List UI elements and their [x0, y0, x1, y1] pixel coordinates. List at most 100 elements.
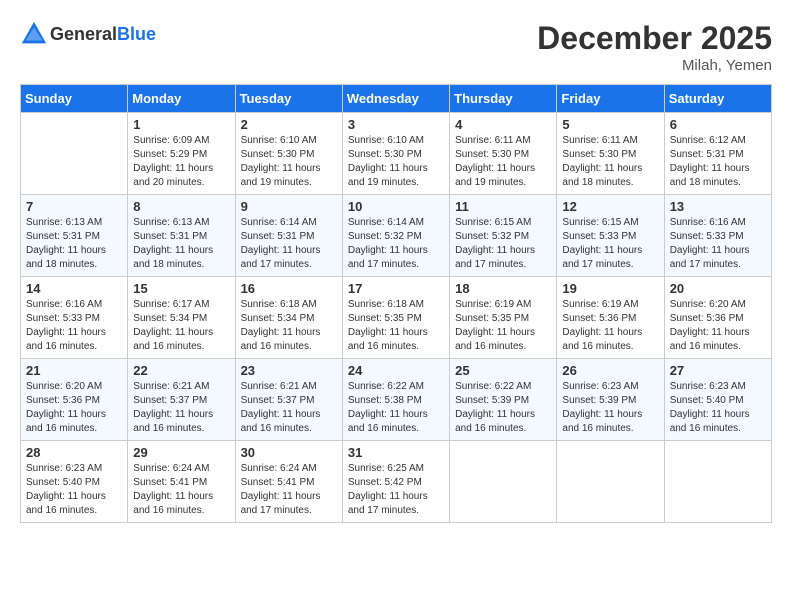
- calendar-week-row: 7 Sunrise: 6:13 AM Sunset: 5:31 PM Daylig…: [21, 195, 772, 277]
- weekday-header: Tuesday: [235, 85, 342, 113]
- location: Milah, Yemen: [537, 57, 772, 74]
- weekday-header: Sunday: [21, 85, 128, 113]
- calendar-cell: 21Sunrise: 6:20 AM Sunset: 5:36 PM Dayli…: [21, 359, 128, 441]
- calendar-cell: 8 Sunrise: 6:13 AM Sunset: 5:31 PM Daylig…: [128, 195, 235, 277]
- calendar-cell: 12 Sunrise: 6:15 AM Sunset: 5:33 PM Dayli…: [557, 195, 664, 277]
- day-number: 10: [348, 199, 444, 214]
- calendar-cell: 24 Sunrise: 6:22 AM Sunset: 5:38 PM Dayli…: [342, 359, 449, 441]
- day-number: 28: [26, 445, 122, 460]
- cell-info: Sunrise: 6:18 AM Sunset: 5:34 PM Dayligh…: [241, 298, 337, 354]
- calendar-cell: 2Sunrise: 6:10 AM Sunset: 5:30 PM Daylig…: [235, 113, 342, 195]
- day-number: 11: [455, 199, 551, 214]
- cell-info: Sunrise: 6:20 AM Sunset: 5:36 PM Dayligh…: [670, 298, 766, 354]
- page-header: GeneralBlue December 2025 Milah, Yemen: [20, 20, 772, 74]
- cell-info: Sunrise: 6:23 AM Sunset: 5:40 PM Dayligh…: [26, 462, 122, 518]
- cell-info: Sunrise: 6:14 AM Sunset: 5:32 PM Dayligh…: [348, 216, 444, 272]
- calendar-cell: 9Sunrise: 6:14 AM Sunset: 5:31 PM Daylig…: [235, 195, 342, 277]
- day-number: 31: [348, 445, 444, 460]
- cell-info: Sunrise: 6:23 AM Sunset: 5:40 PM Dayligh…: [670, 380, 766, 436]
- header-row: SundayMondayTuesdayWednesdayThursdayFrid…: [21, 85, 772, 113]
- day-number: 13: [670, 199, 766, 214]
- calendar-cell: 27 Sunrise: 6:23 AM Sunset: 5:40 PM Dayli…: [664, 359, 771, 441]
- cell-info: Sunrise: 6:15 AM Sunset: 5:33 PM Dayligh…: [562, 216, 658, 272]
- day-number: 12: [562, 199, 658, 214]
- day-number: 8: [133, 199, 229, 214]
- cell-info: Sunrise: 6:10 AM Sunset: 5:30 PM Dayligh…: [348, 134, 444, 190]
- calendar-cell: 7 Sunrise: 6:13 AM Sunset: 5:31 PM Daylig…: [21, 195, 128, 277]
- calendar-cell: 25 Sunrise: 6:22 AM Sunset: 5:39 PM Dayli…: [450, 359, 557, 441]
- title-block: December 2025 Milah, Yemen: [537, 20, 772, 74]
- day-number: 14: [26, 281, 122, 296]
- day-number: 19: [562, 281, 658, 296]
- cell-info: Sunrise: 6:22 AM Sunset: 5:38 PM Dayligh…: [348, 380, 444, 436]
- cell-info: Sunrise: 6:12 AM Sunset: 5:31 PM Dayligh…: [670, 134, 766, 190]
- cell-info: Sunrise: 6:18 AM Sunset: 5:35 PM Dayligh…: [348, 298, 444, 354]
- day-number: 15: [133, 281, 229, 296]
- calendar-cell: [557, 441, 664, 523]
- logo-text-general: General: [50, 24, 117, 44]
- cell-info: Sunrise: 6:21 AM Sunset: 5:37 PM Dayligh…: [133, 380, 229, 436]
- calendar-cell: 16Sunrise: 6:18 AM Sunset: 5:34 PM Dayli…: [235, 277, 342, 359]
- logo: GeneralBlue: [20, 20, 156, 48]
- calendar-cell: 14 Sunrise: 6:16 AM Sunset: 5:33 PM Dayli…: [21, 277, 128, 359]
- day-number: 7: [26, 199, 122, 214]
- day-number: 27: [670, 363, 766, 378]
- calendar-cell: 6 Sunrise: 6:12 AM Sunset: 5:31 PM Daylig…: [664, 113, 771, 195]
- calendar-cell: 18Sunrise: 6:19 AM Sunset: 5:35 PM Dayli…: [450, 277, 557, 359]
- weekday-header: Saturday: [664, 85, 771, 113]
- calendar-cell: 26Sunrise: 6:23 AM Sunset: 5:39 PM Dayli…: [557, 359, 664, 441]
- calendar-body: 1Sunrise: 6:09 AM Sunset: 5:29 PM Daylig…: [21, 113, 772, 523]
- cell-info: Sunrise: 6:13 AM Sunset: 5:31 PM Dayligh…: [133, 216, 229, 272]
- cell-info: Sunrise: 6:13 AM Sunset: 5:31 PM Dayligh…: [26, 216, 122, 272]
- cell-info: Sunrise: 6:11 AM Sunset: 5:30 PM Dayligh…: [562, 134, 658, 190]
- calendar-cell: 31Sunrise: 6:25 AM Sunset: 5:42 PM Dayli…: [342, 441, 449, 523]
- cell-info: Sunrise: 6:21 AM Sunset: 5:37 PM Dayligh…: [241, 380, 337, 436]
- day-number: 3: [348, 117, 444, 132]
- cell-info: Sunrise: 6:22 AM Sunset: 5:39 PM Dayligh…: [455, 380, 551, 436]
- cell-info: Sunrise: 6:09 AM Sunset: 5:29 PM Dayligh…: [133, 134, 229, 190]
- calendar-cell: 30Sunrise: 6:24 AM Sunset: 5:41 PM Dayli…: [235, 441, 342, 523]
- calendar-cell: 4 Sunrise: 6:11 AM Sunset: 5:30 PM Daylig…: [450, 113, 557, 195]
- day-number: 20: [670, 281, 766, 296]
- calendar-cell: 29Sunrise: 6:24 AM Sunset: 5:41 PM Dayli…: [128, 441, 235, 523]
- calendar-cell: 19 Sunrise: 6:19 AM Sunset: 5:36 PM Dayli…: [557, 277, 664, 359]
- calendar-cell: 28 Sunrise: 6:23 AM Sunset: 5:40 PM Dayli…: [21, 441, 128, 523]
- day-number: 22: [133, 363, 229, 378]
- cell-info: Sunrise: 6:11 AM Sunset: 5:30 PM Dayligh…: [455, 134, 551, 190]
- cell-info: Sunrise: 6:24 AM Sunset: 5:41 PM Dayligh…: [133, 462, 229, 518]
- calendar-header: SundayMondayTuesdayWednesdayThursdayFrid…: [21, 85, 772, 113]
- logo-text-blue: Blue: [117, 24, 156, 44]
- cell-info: Sunrise: 6:19 AM Sunset: 5:36 PM Dayligh…: [562, 298, 658, 354]
- day-number: 24: [348, 363, 444, 378]
- calendar-cell: 13Sunrise: 6:16 AM Sunset: 5:33 PM Dayli…: [664, 195, 771, 277]
- day-number: 6: [670, 117, 766, 132]
- calendar-cell: 22 Sunrise: 6:21 AM Sunset: 5:37 PM Dayli…: [128, 359, 235, 441]
- calendar-cell: 3 Sunrise: 6:10 AM Sunset: 5:30 PM Daylig…: [342, 113, 449, 195]
- calendar-cell: 10 Sunrise: 6:14 AM Sunset: 5:32 PM Dayli…: [342, 195, 449, 277]
- day-number: 4: [455, 117, 551, 132]
- calendar-table: SundayMondayTuesdayWednesdayThursdayFrid…: [20, 84, 772, 523]
- day-number: 25: [455, 363, 551, 378]
- calendar-cell: 11 Sunrise: 6:15 AM Sunset: 5:32 PM Dayli…: [450, 195, 557, 277]
- cell-info: Sunrise: 6:23 AM Sunset: 5:39 PM Dayligh…: [562, 380, 658, 436]
- weekday-header: Wednesday: [342, 85, 449, 113]
- calendar-week-row: 1Sunrise: 6:09 AM Sunset: 5:29 PM Daylig…: [21, 113, 772, 195]
- day-number: 23: [241, 363, 337, 378]
- cell-info: Sunrise: 6:10 AM Sunset: 5:30 PM Dayligh…: [241, 134, 337, 190]
- cell-info: Sunrise: 6:15 AM Sunset: 5:32 PM Dayligh…: [455, 216, 551, 272]
- weekday-header: Friday: [557, 85, 664, 113]
- cell-info: Sunrise: 6:17 AM Sunset: 5:34 PM Dayligh…: [133, 298, 229, 354]
- day-number: 21: [26, 363, 122, 378]
- calendar-cell: 17Sunrise: 6:18 AM Sunset: 5:35 PM Dayli…: [342, 277, 449, 359]
- calendar-cell: 23 Sunrise: 6:21 AM Sunset: 5:37 PM Dayli…: [235, 359, 342, 441]
- calendar-cell: 15 Sunrise: 6:17 AM Sunset: 5:34 PM Dayli…: [128, 277, 235, 359]
- calendar-cell: 20 Sunrise: 6:20 AM Sunset: 5:36 PM Dayli…: [664, 277, 771, 359]
- weekday-header: Thursday: [450, 85, 557, 113]
- calendar-cell: 1Sunrise: 6:09 AM Sunset: 5:29 PM Daylig…: [128, 113, 235, 195]
- logo-icon: [20, 20, 48, 48]
- calendar-cell: [21, 113, 128, 195]
- cell-info: Sunrise: 6:16 AM Sunset: 5:33 PM Dayligh…: [26, 298, 122, 354]
- month-title: December 2025: [537, 20, 772, 57]
- cell-info: Sunrise: 6:19 AM Sunset: 5:35 PM Dayligh…: [455, 298, 551, 354]
- day-number: 30: [241, 445, 337, 460]
